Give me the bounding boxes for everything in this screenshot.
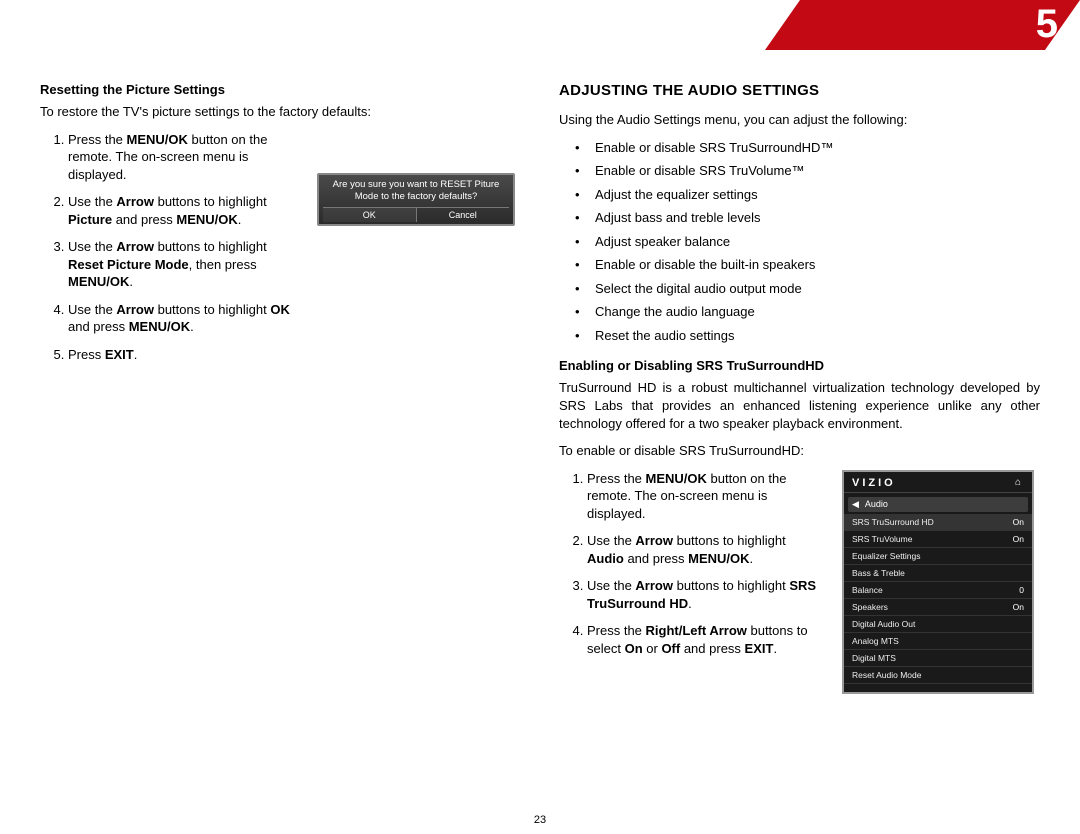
- trusurround-intro: To enable or disable SRS TruSurroundHD:: [559, 442, 1040, 460]
- chapter-number: 5: [1036, 2, 1058, 47]
- step-5: Press EXIT.: [68, 346, 305, 364]
- osd-row-key: Reset Audio Mode: [852, 670, 921, 680]
- home-icon: ⌂: [1015, 477, 1024, 488]
- list-item: Adjust speaker balance: [581, 233, 1040, 251]
- osd-row: SRS TruVolume On: [844, 531, 1032, 548]
- audio-intro: Using the Audio Settings menu, you can a…: [559, 111, 1040, 129]
- osd-crumb: Audio: [865, 499, 888, 509]
- dialog-ok-button: OK: [323, 208, 417, 222]
- list-item: Reset the audio settings: [581, 327, 1040, 345]
- osd-row: Digital MTS: [844, 650, 1032, 667]
- list-item: Enable or disable SRS TruVolume™: [581, 162, 1040, 180]
- step-2: Use the Arrow buttons to highlight Pictu…: [68, 193, 305, 228]
- osd-row-value: On: [1013, 602, 1024, 612]
- osd-row-key: SRS TruSurround HD: [852, 517, 934, 527]
- osd-row: Balance 0: [844, 582, 1032, 599]
- osd-row: Reset Audio Mode: [844, 667, 1032, 684]
- osd-row-value: On: [1013, 517, 1024, 527]
- osd-row-key: SRS TruVolume: [852, 534, 912, 544]
- osd-row: Equalizer Settings: [844, 548, 1032, 565]
- reset-confirm-dialog: Are you sure you want to RESET Piture Mo…: [317, 173, 515, 227]
- osd-brand: VIZIO: [852, 477, 896, 489]
- left-column: Resetting the Picture Settings To restor…: [40, 82, 521, 694]
- osd-row: SRS TruSurround HD On: [844, 514, 1032, 531]
- reset-picture-steps: Press the MENU/OK button on the remote. …: [68, 131, 305, 364]
- page-number: 23: [0, 814, 1080, 826]
- reset-picture-heading: Resetting the Picture Settings: [40, 82, 521, 97]
- list-item: Adjust the equalizer settings: [581, 186, 1040, 204]
- osd-row: Digital Audio Out: [844, 616, 1032, 633]
- osd-row-key: Bass & Treble: [852, 568, 905, 578]
- osd-row: Speakers On: [844, 599, 1032, 616]
- right-column: ADJUSTING THE AUDIO SETTINGS Using the A…: [559, 82, 1040, 694]
- list-item: Adjust bass and treble levels: [581, 209, 1040, 227]
- step-4: Use the Arrow buttons to highlight OK an…: [68, 301, 305, 336]
- osd-row: Analog MTS: [844, 633, 1032, 650]
- step-1: Press the MENU/OK button on the remote. …: [587, 470, 830, 523]
- step-3: Use the Arrow buttons to highlight SRS T…: [587, 577, 830, 612]
- dialog-cancel-button: Cancel: [417, 208, 510, 222]
- list-item: Select the digital audio output mode: [581, 280, 1040, 298]
- osd-row-value: On: [1013, 534, 1024, 544]
- audio-osd-menu: VIZIO ⌂ ◀ Audio SRS TruSurround HDOnSRS …: [842, 470, 1034, 694]
- osd-row-key: Balance: [852, 585, 883, 595]
- step-4: Press the Right/Left Arrow buttons to se…: [587, 622, 830, 657]
- osd-row-key: Digital Audio Out: [852, 619, 915, 629]
- osd-row-key: Equalizer Settings: [852, 551, 921, 561]
- dialog-message: Are you sure you want to RESET Piture Mo…: [323, 179, 509, 204]
- step-3: Use the Arrow buttons to highlight Reset…: [68, 238, 305, 291]
- list-item: Enable or disable SRS TruSurroundHD™: [581, 139, 1040, 157]
- step-1: Press the MENU/OK button on the remote. …: [68, 131, 305, 184]
- osd-row-value: 0: [1019, 585, 1024, 595]
- audio-feature-list: Enable or disable SRS TruSurroundHD™ Ena…: [581, 139, 1040, 345]
- osd-row-key: Analog MTS: [852, 636, 899, 646]
- chapter-tab: 5: [830, 0, 1080, 50]
- osd-row: Bass & Treble: [844, 565, 1032, 582]
- osd-row-key: Digital MTS: [852, 653, 896, 663]
- trusurround-description: TruSurround HD is a robust multichannel …: [559, 379, 1040, 432]
- list-item: Change the audio language: [581, 303, 1040, 321]
- list-item: Enable or disable the built-in speakers: [581, 256, 1040, 274]
- audio-section-title: ADJUSTING THE AUDIO SETTINGS: [559, 82, 1040, 99]
- step-2: Use the Arrow buttons to highlight Audio…: [587, 532, 830, 567]
- reset-picture-intro: To restore the TV's picture settings to …: [40, 103, 521, 121]
- back-icon: ◀: [852, 499, 859, 510]
- trusurround-steps: Press the MENU/OK button on the remote. …: [587, 470, 830, 658]
- osd-row-key: Speakers: [852, 602, 888, 612]
- trusurround-heading: Enabling or Disabling SRS TruSurroundHD: [559, 358, 1040, 373]
